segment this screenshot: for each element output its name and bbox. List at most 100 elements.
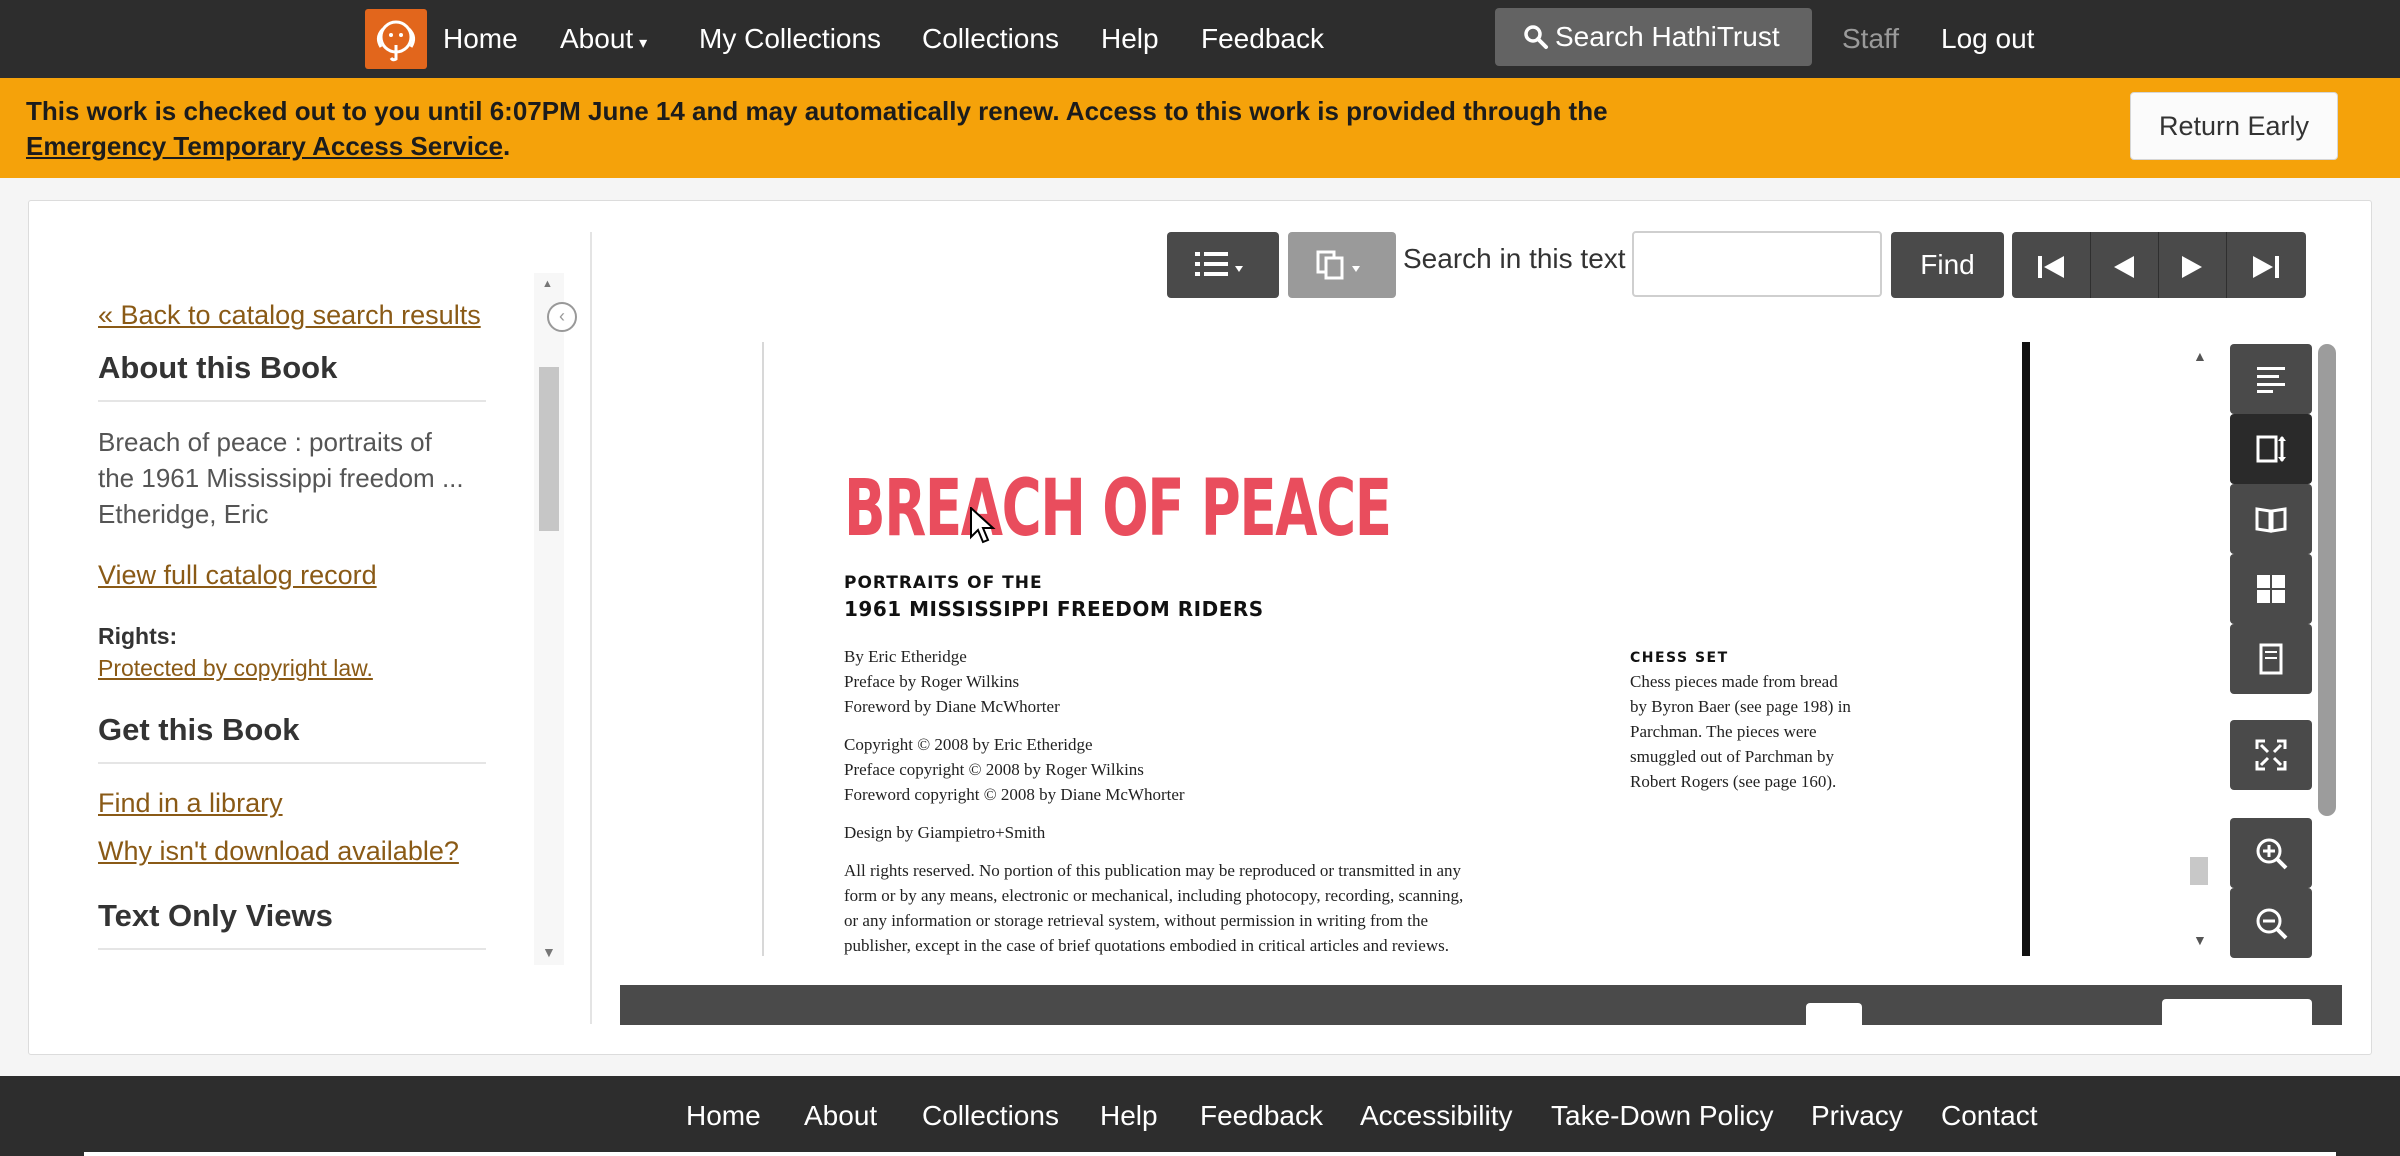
page-navigation	[2012, 232, 2306, 298]
search-in-text-label: Search in this text	[1403, 243, 1626, 274]
book-info: Breach of peace : portraits of the 1961 …	[98, 424, 498, 532]
footer-privacy[interactable]: Privacy	[1811, 1076, 1903, 1156]
book-page: BREACH OF PEACE PORTRAITS OF THE 1961 MI…	[762, 342, 2044, 956]
search-hathitrust-button[interactable]: Search HathiTrust	[1495, 8, 1812, 66]
nav-help[interactable]: Help	[1101, 0, 1159, 78]
fullscreen-button[interactable]	[2230, 720, 2312, 790]
thumbnail-view-button[interactable]	[2230, 554, 2312, 624]
page-by-page-view-button[interactable]	[2230, 624, 2312, 694]
book-title-line1: Breach of peace : portraits of	[98, 427, 432, 457]
nav-my-collections[interactable]: My Collections	[699, 0, 881, 78]
back-to-results-link[interactable]: « Back to catalog search results	[98, 300, 481, 330]
nav-feedback[interactable]: Feedback	[1201, 0, 1324, 78]
nav-collections[interactable]: Collections	[922, 0, 1059, 78]
footer-collections[interactable]: Collections	[922, 1076, 1059, 1156]
rights-label: Rights:	[98, 623, 178, 649]
chess-set-caption: smuggled out of Parchman by	[1630, 747, 1834, 766]
flip-view-button[interactable]	[2230, 484, 2312, 554]
rights-link[interactable]: Protected by copyright law.	[98, 655, 373, 681]
book-author: Etheridge, Eric	[98, 499, 269, 529]
chevron-down-icon: ▾	[639, 35, 648, 52]
scroll-up-icon[interactable]: ▲	[542, 278, 553, 290]
page-rights-text: form or by any means, electronic or mech…	[844, 886, 1464, 905]
footer-scroll-indicator	[84, 1152, 2336, 1156]
previous-page-button[interactable]	[2090, 232, 2158, 298]
nav-about[interactable]: About ▾	[560, 0, 647, 78]
viewer-scroll-thumb[interactable]	[2190, 857, 2208, 885]
chess-set-caption: Robert Rogers (see page 160).	[1630, 772, 1837, 791]
scroll-view-icon	[2256, 435, 2286, 463]
plain-text-view-icon	[2257, 367, 2285, 393]
page-design-credit: Design by Giampietro+Smith	[844, 823, 1046, 842]
return-early-button[interactable]: Return Early	[2130, 92, 2338, 160]
page-copyright: Foreword copyright © 2008 by Diane McWho…	[844, 785, 1185, 804]
footer-home[interactable]: Home	[686, 1076, 761, 1156]
scroll-up-icon[interactable]: ▲	[2193, 348, 2207, 364]
footer: Home About Collections Help Feedback Acc…	[0, 1076, 2400, 1156]
page-rights-text: or any information or storage retrieval …	[844, 911, 1429, 930]
collapse-sidebar-icon[interactable]: ‹	[547, 302, 577, 332]
next-page-button[interactable]	[2158, 232, 2226, 298]
footer-accessibility[interactable]: Accessibility	[1360, 1076, 1512, 1156]
page-book-title: BREACH OF PEACE	[844, 464, 1392, 554]
list-icon	[1195, 252, 1243, 276]
checkout-message: This work is checked out to you until 6:…	[26, 94, 1608, 164]
zoom-out-icon	[2256, 908, 2288, 940]
thumbnail-view-icon	[2257, 575, 2285, 603]
banner-period: .	[502, 131, 511, 161]
etas-link[interactable]: Emergency Temporary Access Service	[26, 131, 503, 161]
page-copyright: Preface copyright © 2008 by Roger Wilkin…	[844, 760, 1144, 779]
plain-text-view-button[interactable]	[2230, 344, 2312, 414]
page-spine-edge	[2022, 342, 2030, 956]
zoom-out-button[interactable]	[2230, 888, 2312, 958]
hathitrust-logo-icon[interactable]	[365, 9, 427, 69]
page-subtitle-1: PORTRAITS OF THE	[844, 573, 1043, 593]
download-info-link[interactable]: Why isn't download available?	[98, 836, 459, 866]
page-rights-text: All rights reserved. No portion of this …	[844, 861, 1462, 880]
first-page-button[interactable]	[2017, 232, 2085, 298]
mouse-cursor-icon	[970, 507, 996, 544]
find-button[interactable]: Find	[1891, 232, 2004, 298]
page-subtitle-2: 1961 MISSISSIPPI FREEDOM RIDERS	[844, 597, 1264, 621]
footer-contact[interactable]: Contact	[1941, 1076, 2038, 1156]
text-only-heading: Text Only Views	[98, 898, 486, 950]
chess-set-caption: by Byron Baer (see page 198) in	[1630, 697, 1851, 716]
nav-logout[interactable]: Log out	[1941, 0, 2034, 78]
page-by-page-view-icon	[2259, 643, 2283, 675]
footer-feedback[interactable]: Feedback	[1200, 1076, 1323, 1156]
full-catalog-link[interactable]: View full catalog record	[98, 560, 377, 590]
sidebar-scroll-thumb[interactable]	[539, 367, 559, 531]
next-page-icon	[2182, 255, 2202, 278]
nav-home[interactable]: Home	[443, 0, 518, 78]
scroll-down-icon[interactable]: ▼	[542, 944, 556, 960]
flip-view-icon	[2255, 507, 2287, 533]
jump-button[interactable]	[2162, 999, 2312, 1025]
tools-scrollbar[interactable]	[2318, 344, 2336, 816]
chess-set-caption: Parchman. The pieces were	[1630, 722, 1817, 741]
top-navigation: Home About ▾ My Collections Collections H…	[0, 0, 2400, 78]
last-page-button[interactable]	[2232, 232, 2300, 298]
nav-staff[interactable]: Staff	[1842, 0, 1899, 78]
scroll-down-icon[interactable]: ▼	[2193, 932, 2207, 948]
search-icon	[1524, 25, 1548, 49]
fullscreen-icon	[2255, 739, 2287, 771]
sidebar-divider	[590, 232, 592, 1024]
page-credit: Foreword by Diane McWhorter	[844, 697, 1060, 716]
search-in-text-input[interactable]	[1632, 231, 1882, 297]
footer-about[interactable]: About	[804, 1076, 877, 1156]
find-library-link[interactable]: Find in a library	[98, 788, 283, 818]
page-number-field[interactable]	[1806, 1003, 1862, 1025]
first-page-icon	[2038, 255, 2064, 278]
checkout-banner: This work is checked out to you until 6:…	[0, 78, 2400, 178]
page-credit: Preface by Roger Wilkins	[844, 672, 1020, 691]
get-book-heading: Get this Book	[98, 712, 486, 764]
pager-divider	[2226, 232, 2227, 298]
footer-help[interactable]: Help	[1100, 1076, 1158, 1156]
contents-menu-button[interactable]	[1167, 232, 1279, 298]
footer-takedown[interactable]: Take-Down Policy	[1551, 1076, 1774, 1156]
chess-set-heading: CHESS SET	[1630, 650, 1729, 666]
zoom-in-button[interactable]	[2230, 818, 2312, 888]
reader-bottom-bar	[620, 985, 2342, 1025]
select-pages-button[interactable]	[1288, 232, 1396, 298]
scroll-view-button[interactable]	[2230, 414, 2312, 484]
